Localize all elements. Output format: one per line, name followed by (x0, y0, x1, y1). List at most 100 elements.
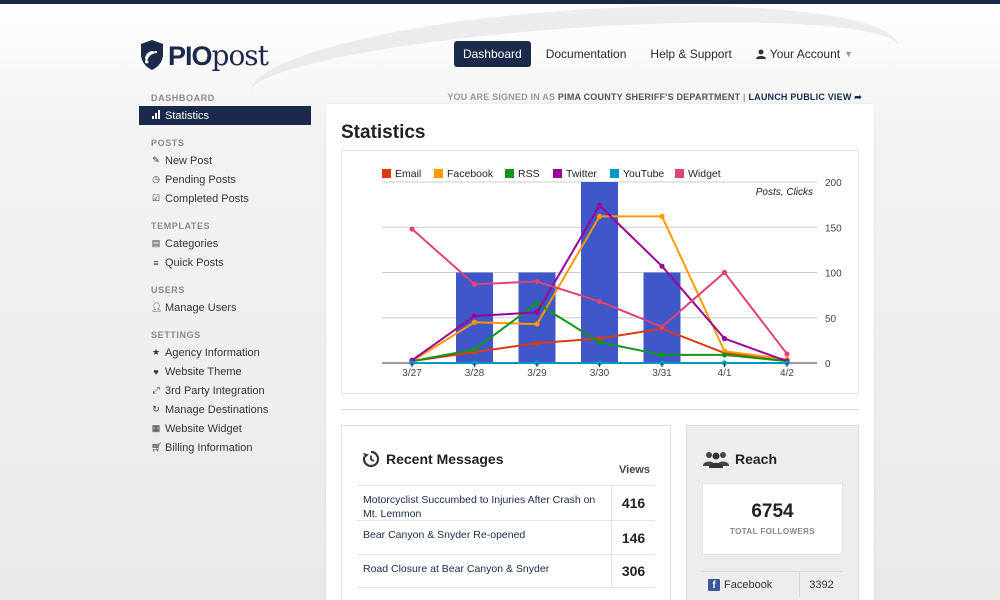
message-views: 416 (611, 486, 655, 520)
expand-icon: ⤢ (152, 385, 160, 395)
sidebar-item-website-widget[interactable]: ▦ Website Widget (139, 419, 311, 438)
legend-label: Facebook (447, 168, 494, 180)
logo-wordmark: PIOpost (168, 38, 269, 72)
x-tick-label: 3/28 (465, 368, 485, 379)
logo-post: post (211, 38, 269, 72)
lines-icon: ≡ (153, 257, 159, 268)
data-point (534, 300, 540, 306)
sidebar-item-billing-information[interactable]: 🛒︎ Billing Information (139, 438, 311, 457)
recent-messages-list: Motorcyclist Succumbed to Injuries After… (357, 485, 655, 588)
sidebar-item-label: Website Theme (165, 365, 242, 378)
y-tick-label: 150 (825, 223, 842, 234)
grid-icon: ▦ (151, 423, 161, 433)
sidebar-item-label: Manage Users (165, 301, 237, 314)
data-point (659, 263, 665, 269)
data-point (721, 335, 728, 342)
data-point (534, 340, 540, 346)
sidebar: DASHBOARD Statistics POSTS ✎ New Post ◷ Pe… (139, 90, 311, 457)
pio-post-logo[interactable]: PIOpost (139, 38, 269, 72)
data-point (721, 352, 728, 358)
legend-swatch (675, 169, 684, 178)
reach-panel: Reach 6754 TOTAL FOLLOWERS f Facebook 33… (686, 425, 859, 600)
data-point (534, 321, 540, 327)
data-point (596, 339, 603, 345)
sidebar-item-label: Statistics (165, 109, 210, 122)
pencil-icon: ✎ (152, 155, 160, 165)
sidebar-item-completed-posts[interactable]: ☑ Completed Posts (139, 189, 311, 208)
legend-label: Widget (688, 168, 721, 180)
table-row[interactable]: Road Closure at Bear Canyon & Snyder 306 (357, 554, 655, 588)
logo-pio: PIO (168, 40, 213, 71)
nav-your-account[interactable]: Your Account ▼ (747, 41, 862, 67)
nav-dashboard[interactable]: Dashboard (453, 41, 531, 67)
reach-title: Reach (735, 451, 778, 467)
sidebar-item-pending-posts[interactable]: ◷ Pending Posts (139, 170, 311, 189)
bar-chart-icon (151, 110, 161, 121)
views-column-header: Views (619, 464, 650, 476)
facebook-count: 3392 (799, 572, 843, 597)
message-views: 146 (611, 521, 655, 554)
x-tick-label: 4/2 (780, 368, 794, 379)
message-title-link[interactable]: Road Closure at Bear Canyon & Snyder (357, 555, 611, 587)
legend-swatch (610, 169, 619, 178)
sidebar-item-statistics[interactable]: Statistics (139, 106, 311, 125)
refresh-clock-icon (362, 450, 380, 468)
sidebar-item-new-post[interactable]: ✎ New Post (139, 151, 311, 170)
sidebar-item-manage-destinations[interactable]: ↻ Manage Destinations (139, 400, 311, 419)
sidebar-item-website-theme[interactable]: ♥ Website Theme (139, 362, 311, 381)
sidebar-item-categories[interactable]: ▤ Categories (139, 234, 311, 253)
total-followers-count: 6754 (751, 501, 794, 522)
sidebar-item-label: Website Widget (165, 422, 242, 435)
legend-label: Email (395, 168, 421, 180)
sidebar-item-label: 3rd Party Integration (165, 384, 265, 397)
table-row[interactable]: Motorcyclist Succumbed to Injuries After… (357, 485, 655, 520)
sidebar-item-label: Pending Posts (165, 173, 236, 186)
y-tick-label: 0 (825, 359, 831, 370)
sidebar-heading-dashboard: DASHBOARD (151, 93, 215, 103)
sidebar-item-label: Billing Information (165, 441, 253, 454)
share-arrow-icon: ➦ (854, 92, 862, 102)
share-icon: ↻ (152, 404, 160, 414)
y-axis-label: Posts, Clicks (756, 187, 813, 198)
nav-help-support[interactable]: Help & Support (641, 41, 740, 67)
data-point (659, 324, 665, 330)
total-followers-box: 6754 TOTAL FOLLOWERS (702, 483, 843, 555)
sidebar-item-manage-users[interactable]: 👤︎ Manage Users (139, 298, 311, 317)
sidebar-heading-users: USERS (151, 285, 186, 295)
sidebar-item-agency-information[interactable]: ★ Agency Information (139, 343, 311, 362)
total-followers-label: TOTAL FOLLOWERS (729, 527, 816, 536)
legend-label: YouTube (623, 168, 664, 180)
sidebar-item-label: Quick Posts (165, 256, 224, 269)
top-nav: Dashboard Documentation Help & Support Y… (453, 41, 862, 67)
facebook-reach-row: f Facebook 3392 (702, 571, 843, 597)
bar (643, 272, 681, 363)
message-views: 306 (611, 555, 655, 587)
message-title-link[interactable]: Motorcyclist Succumbed to Injuries After… (357, 486, 611, 520)
sidebar-heading-posts: POSTS (151, 138, 185, 148)
clock-icon: ◷ (152, 174, 160, 184)
table-row[interactable]: Bear Canyon & Snyder Re-opened 146 (357, 520, 655, 554)
legend-swatch (382, 169, 391, 178)
data-point (471, 313, 478, 319)
data-point (596, 213, 603, 219)
facebook-label: Facebook (724, 578, 773, 591)
heart-icon: ♥ (153, 366, 159, 377)
data-point (409, 226, 415, 232)
data-point (596, 298, 603, 305)
y-tick-label: 50 (825, 314, 837, 325)
nav-documentation[interactable]: Documentation (537, 41, 636, 67)
launch-public-view-link[interactable]: LAUNCH PUBLIC VIEW ➦ (748, 92, 862, 102)
sidebar-item-quick-posts[interactable]: ≡ Quick Posts (139, 253, 311, 272)
group-users-icon (703, 452, 729, 468)
data-point (471, 281, 478, 287)
message-title-link[interactable]: Bear Canyon & Snyder Re-opened (357, 521, 611, 554)
sidebar-heading-settings: SETTINGS (151, 330, 201, 340)
signed-in-separator: | (743, 92, 746, 102)
reach-heading: Reach (703, 450, 777, 468)
data-point (534, 278, 540, 285)
legend-swatch (434, 169, 443, 178)
signed-in-department: PIMA COUNTY SHERIFF'S DEPARTMENT (557, 92, 741, 102)
sidebar-item-3rd-party-integration[interactable]: ⤢ 3rd Party Integration (139, 381, 311, 400)
sidebar-item-label: Completed Posts (165, 192, 249, 205)
x-tick-label: 3/27 (402, 368, 422, 379)
